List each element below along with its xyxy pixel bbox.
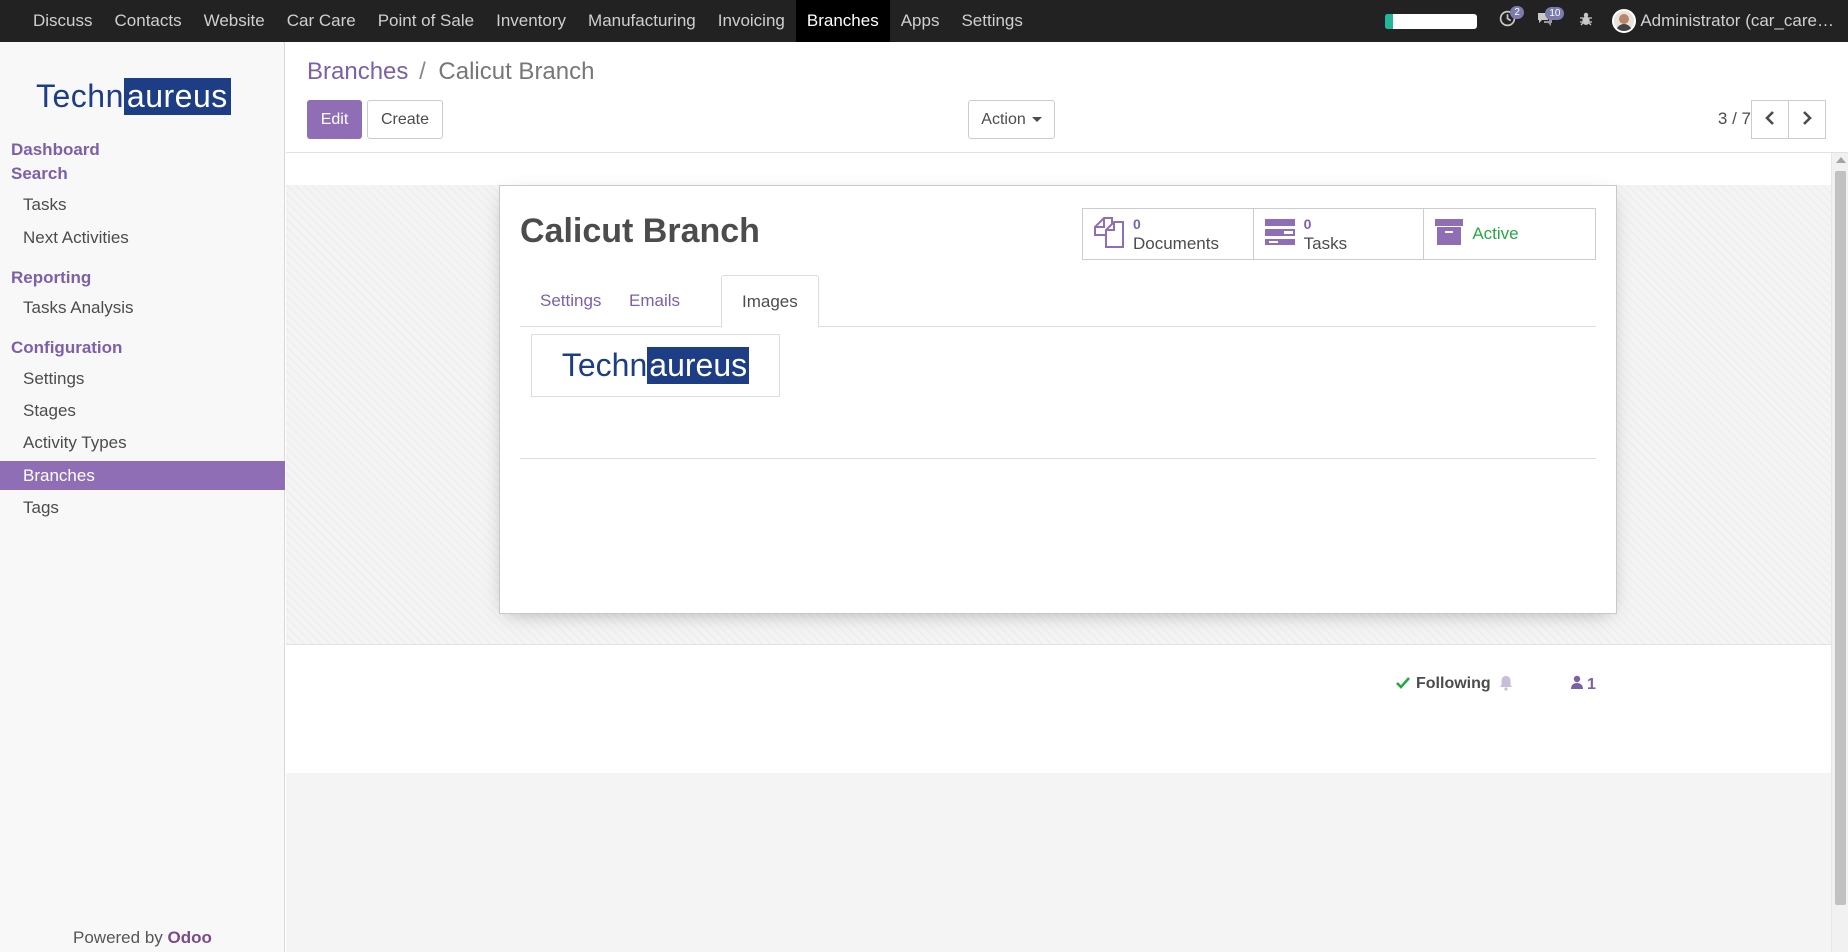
tab-settings[interactable]: Settings bbox=[520, 275, 621, 327]
odoo-link[interactable]: Odoo bbox=[168, 928, 212, 947]
sidebar-section-reporting[interactable]: Reporting bbox=[11, 268, 91, 288]
breadcrumb-current: Calicut Branch bbox=[438, 58, 595, 85]
activity-badge: 2 bbox=[1510, 6, 1524, 19]
avatar bbox=[1612, 9, 1637, 33]
files-icon bbox=[1093, 215, 1125, 254]
documents-count: 0 bbox=[1133, 216, 1141, 232]
menu-car-care[interactable]: Car Care bbox=[276, 0, 367, 42]
active-toggle-button[interactable]: Active bbox=[1424, 209, 1595, 259]
sidebar-item-tags[interactable]: Tags bbox=[0, 493, 285, 522]
record-title: Calicut Branch bbox=[520, 212, 760, 250]
documents-stat-button[interactable]: 0 Documents bbox=[1083, 209, 1254, 259]
menu-manufacturing[interactable]: Manufacturing bbox=[577, 0, 707, 42]
scrollbar-thumb[interactable] bbox=[1835, 171, 1846, 905]
scroll-up-arrow-icon[interactable] bbox=[1836, 157, 1846, 163]
form-sheet: Calicut Branch 0 Documents 0 Tasks Active bbox=[499, 185, 1617, 614]
sidebar-section-dashboard[interactable]: Dashboard bbox=[11, 140, 100, 160]
tasks-stat-button[interactable]: 0 Tasks bbox=[1254, 209, 1425, 259]
notebook-tabs: Settings Emails Images bbox=[520, 275, 1596, 328]
tasks-label: Tasks bbox=[1303, 234, 1348, 253]
menu-discuss[interactable]: Discuss bbox=[22, 0, 104, 42]
check-icon bbox=[1396, 676, 1410, 693]
caret-down-icon bbox=[1031, 117, 1042, 122]
followers-count: 1 bbox=[1587, 675, 1596, 693]
breadcrumb: Branches / Calicut Branch bbox=[307, 58, 594, 86]
divider bbox=[520, 458, 1596, 459]
tab-emails[interactable]: Emails bbox=[609, 275, 700, 327]
bug-icon bbox=[1578, 11, 1594, 32]
sidebar-item-settings[interactable]: Settings bbox=[0, 364, 285, 393]
menu-inventory[interactable]: Inventory bbox=[485, 0, 577, 42]
following-label: Following bbox=[1416, 675, 1491, 692]
control-panel: Branches / Calicut Branch Edit Create Ac… bbox=[286, 42, 1848, 153]
pager-previous-button[interactable] bbox=[1751, 100, 1789, 139]
user-icon bbox=[1571, 675, 1583, 694]
user-name: Administrator (car_care… bbox=[1640, 11, 1834, 30]
active-status-label: Active bbox=[1472, 224, 1519, 243]
lower-background bbox=[286, 773, 1831, 952]
menu-contacts[interactable]: Contacts bbox=[104, 0, 193, 42]
systray: 2 10 Administrator (car_care… bbox=[1385, 0, 1848, 42]
action-label: Action bbox=[981, 110, 1026, 128]
sidebar-item-stages[interactable]: Stages bbox=[0, 396, 285, 425]
bell-icon[interactable] bbox=[1499, 675, 1513, 696]
sidebar-item-branches[interactable]: Branches bbox=[0, 461, 285, 490]
create-button[interactable]: Create bbox=[367, 100, 443, 139]
chevron-right-icon bbox=[1801, 110, 1813, 130]
menu-website[interactable]: Website bbox=[193, 0, 276, 42]
breadcrumb-separator: / bbox=[419, 58, 426, 85]
progress-fill bbox=[1385, 13, 1393, 29]
messaging-menu[interactable]: 10 bbox=[1536, 6, 1565, 32]
documents-label: Documents bbox=[1133, 234, 1219, 253]
menu-invoicing[interactable]: Invoicing bbox=[707, 0, 796, 42]
archive-icon bbox=[1434, 217, 1464, 252]
chevron-left-icon bbox=[1764, 110, 1776, 130]
chatter: Following 1 bbox=[286, 645, 1831, 773]
edit-button[interactable]: Edit bbox=[307, 100, 362, 139]
progress-bar[interactable] bbox=[1385, 13, 1478, 29]
tasks-count: 0 bbox=[1303, 216, 1312, 232]
sidebar-item-tasks[interactable]: Tasks bbox=[0, 190, 285, 219]
sidebar-item-activity-types[interactable]: Activity Types bbox=[0, 428, 285, 457]
pager-value[interactable]: 3 / 7 bbox=[1718, 109, 1751, 129]
company-logo[interactable]: Techn aureus bbox=[36, 78, 231, 115]
top-navbar: Discuss Contacts Website Car Care Point … bbox=[0, 0, 1848, 42]
button-box: 0 Documents 0 Tasks Active bbox=[1082, 208, 1596, 260]
sidebar-item-next-activities[interactable]: Next Activities bbox=[0, 223, 285, 252]
tasks-icon bbox=[1264, 218, 1296, 251]
sidebar-item-tasks-analysis[interactable]: Tasks Analysis bbox=[0, 293, 285, 322]
main-menu: Discuss Contacts Website Car Care Point … bbox=[0, 0, 1034, 42]
debug-menu[interactable] bbox=[1578, 11, 1594, 32]
branch-image-field[interactable]: Techn aureus bbox=[531, 334, 780, 397]
menu-apps[interactable]: Apps bbox=[890, 0, 951, 42]
sidebar-section-configuration[interactable]: Configuration bbox=[11, 338, 122, 358]
breadcrumb-parent[interactable]: Branches bbox=[307, 58, 408, 85]
pager-next-button[interactable] bbox=[1788, 100, 1826, 139]
user-menu[interactable]: Administrator (car_care… bbox=[1612, 9, 1834, 33]
followers-button[interactable]: 1 bbox=[1571, 675, 1596, 694]
menu-point-of-sale[interactable]: Point of Sale bbox=[367, 0, 485, 42]
action-dropdown[interactable]: Action bbox=[968, 100, 1055, 139]
form-view: Calicut Branch 0 Documents 0 Tasks Active bbox=[286, 153, 1831, 952]
sidebar: Techn aureus Dashboard Search Tasks Next … bbox=[0, 42, 285, 952]
activity-menu[interactable]: 2 bbox=[1499, 6, 1524, 32]
messages-badge: 10 bbox=[1545, 6, 1565, 20]
follow-button[interactable]: Following bbox=[1396, 675, 1491, 693]
tab-images[interactable]: Images bbox=[721, 275, 819, 328]
powered-by: Powered by Odoo bbox=[73, 928, 212, 947]
sidebar-section-search[interactable]: Search bbox=[11, 164, 68, 184]
menu-settings[interactable]: Settings bbox=[950, 0, 1033, 42]
menu-branches[interactable]: Branches bbox=[795, 0, 890, 42]
vertical-scrollbar[interactable] bbox=[1831, 153, 1848, 952]
